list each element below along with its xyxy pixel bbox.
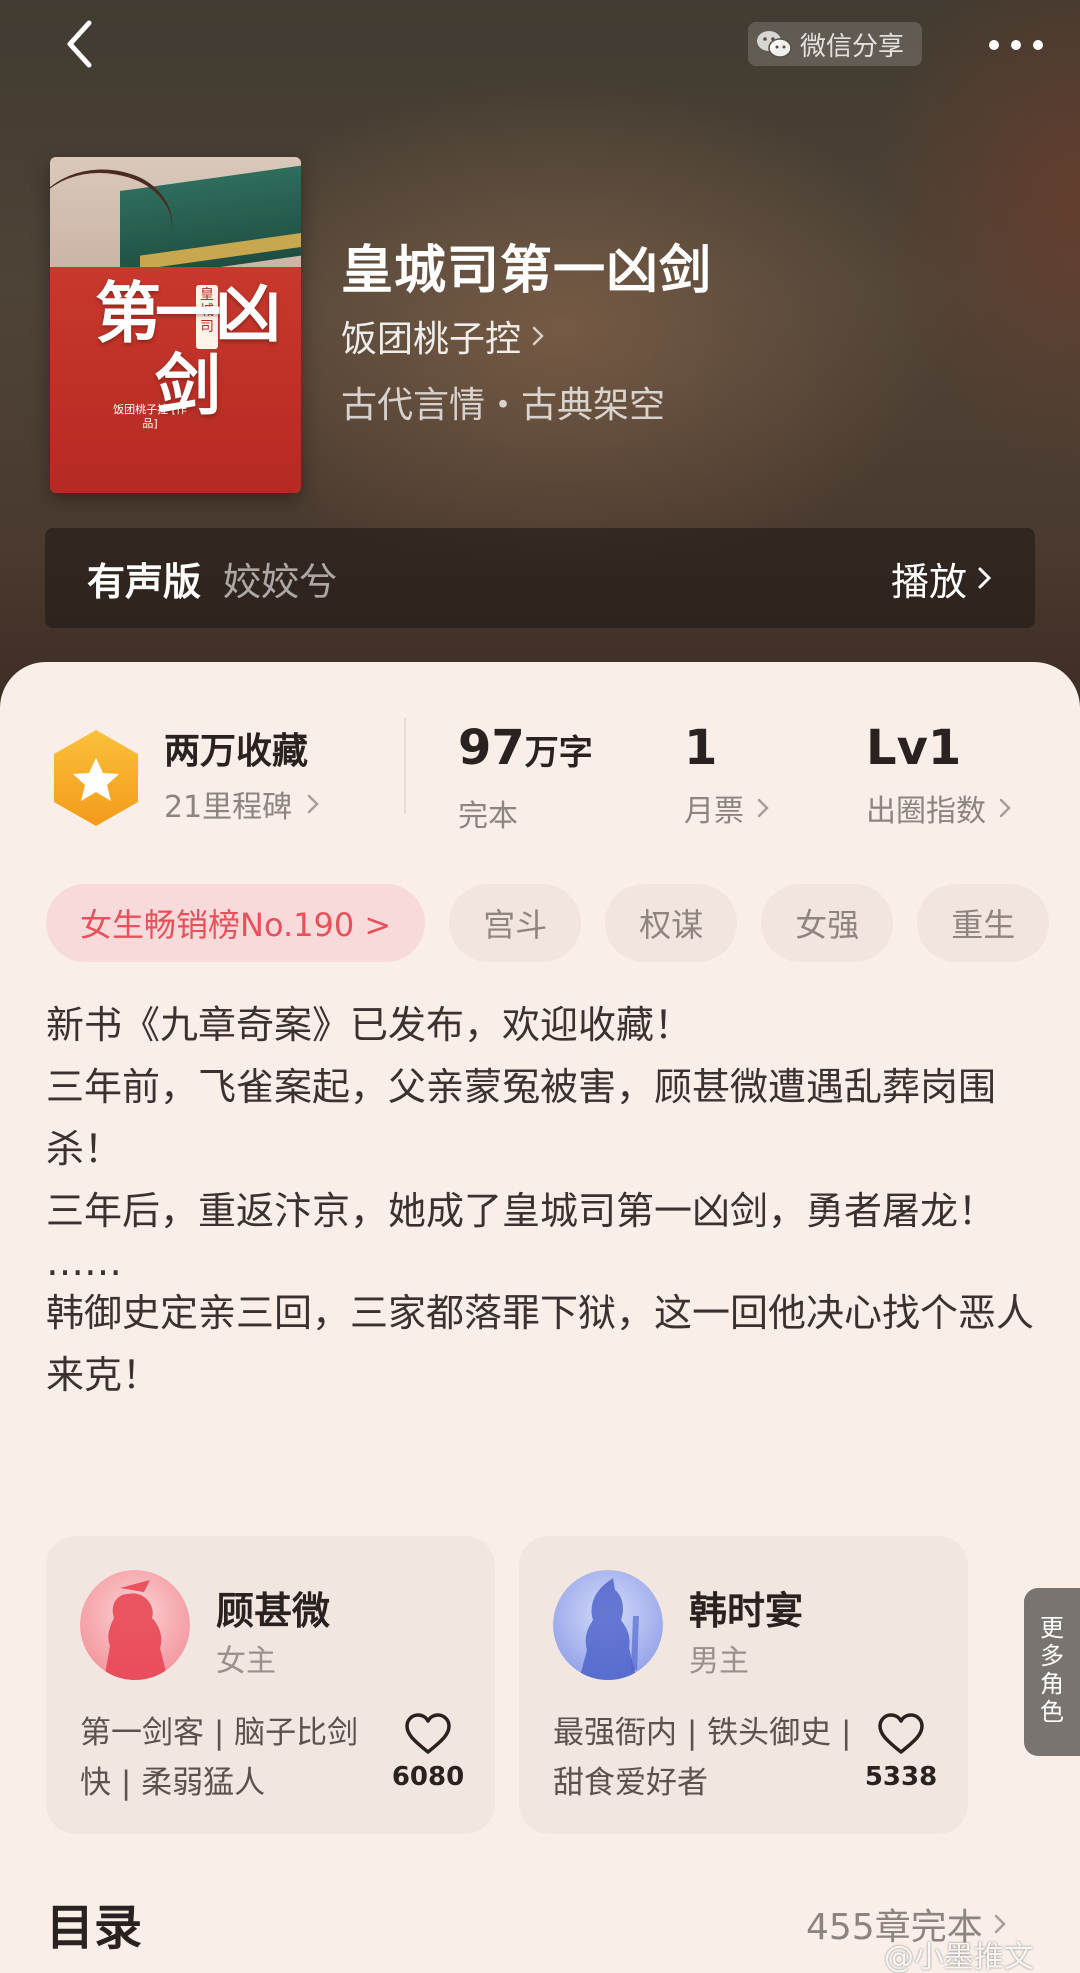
play-button[interactable]: 播放 bbox=[891, 551, 993, 606]
book-header: 微信分享 皇城司 第一凶剑 饭团桃子控 [作品] 皇城司第一凶剑 饭团桃子控 古… bbox=[0, 0, 1080, 720]
heart-icon bbox=[405, 1713, 451, 1754]
popularity-stat[interactable]: Lv1 出圈指数 bbox=[866, 720, 1012, 830]
divider bbox=[404, 718, 406, 814]
character-avatar bbox=[553, 1570, 663, 1680]
audio-label: 有声版 bbox=[87, 559, 202, 604]
like-count: 5338 bbox=[864, 1762, 938, 1792]
tag-list: 女生畅销榜No.190 > 宫斗 权谋 女强 重生 bbox=[46, 884, 1050, 964]
like-button[interactable]: 6080 bbox=[386, 1712, 470, 1792]
popularity-label: 出圈指数 bbox=[866, 794, 986, 829]
collect-badge-icon bbox=[50, 728, 142, 832]
description-line: …… bbox=[46, 1240, 122, 1284]
book-detail-page: 微信分享 皇城司 第一凶剑 饭团桃子控 [作品] 皇城司第一凶剑 饭团桃子控 古… bbox=[0, 0, 1080, 1973]
book-info-panel: 两万收藏 21里程碑 97万字 完本 1 月票 Lv1 出圈指数 女生畅销榜No… bbox=[0, 662, 1080, 1973]
dot-icon bbox=[1011, 40, 1021, 50]
audio-narrator: 姣姣兮 bbox=[223, 559, 338, 604]
character-card[interactable]: 韩时宴 男主 最强衙内 | 铁头御史 | 甜食爱好者 5338 bbox=[519, 1536, 968, 1834]
character-traits: 第一剑客 | 脑子比剑快 | 柔弱猛人 bbox=[80, 1715, 359, 1801]
heart-icon bbox=[878, 1713, 924, 1754]
cover-author: 饭团桃子控 [作品] bbox=[113, 403, 187, 430]
character-role: 男主 bbox=[689, 1644, 749, 1679]
chevron-right-icon bbox=[307, 794, 319, 814]
word-count-stat: 97万字 完本 bbox=[458, 720, 593, 835]
like-button[interactable]: 5338 bbox=[859, 1712, 943, 1792]
tag-item[interactable]: 女强 bbox=[761, 884, 894, 962]
word-count-unit: 万字 bbox=[524, 733, 593, 773]
popularity-level: Lv1 bbox=[866, 720, 962, 776]
book-description[interactable]: 新书《九章奇案》已发布，欢迎收藏！ 三年前，飞雀案起，父亲蒙冤被害，顾甚微遭遇乱… bbox=[46, 994, 1036, 1406]
like-count: 6080 bbox=[391, 1762, 465, 1792]
dot-icon bbox=[1033, 40, 1043, 50]
more-options-button[interactable] bbox=[966, 24, 1066, 66]
author-name: 饭团桃子控 bbox=[341, 319, 522, 360]
character-name: 韩时宴 bbox=[689, 1589, 804, 1633]
tag-item[interactable]: 权谋 bbox=[605, 884, 738, 962]
tag-item[interactable]: 重生 bbox=[917, 884, 1050, 962]
character-avatar bbox=[80, 1570, 190, 1680]
dot-icon bbox=[989, 40, 999, 50]
character-role: 女主 bbox=[216, 1644, 276, 1679]
character-name: 顾甚微 bbox=[216, 1589, 331, 1633]
cover-title: 第一凶剑 bbox=[95, 274, 281, 424]
ranking-tag[interactable]: 女生畅销榜No.190 > bbox=[46, 884, 426, 962]
play-label: 播放 bbox=[890, 559, 967, 604]
milestone-link[interactable]: 21里程碑 bbox=[164, 782, 320, 826]
wechat-share-button[interactable]: 微信分享 bbox=[748, 22, 922, 66]
watermark: @小墨推文 bbox=[884, 1940, 1034, 1973]
monthly-ticket-value: 1 bbox=[684, 720, 718, 776]
toc-title: 目录 bbox=[46, 1900, 143, 1956]
wechat-icon bbox=[757, 31, 792, 58]
chevron-right-icon bbox=[757, 798, 769, 818]
chevron-right-icon bbox=[532, 326, 544, 346]
description-line: 韩御史定亲三回，三家都落罪下狱，这一回他决心找个恶人来克！ bbox=[46, 1291, 1035, 1397]
description-line: 三年前，飞雀案起，父亲蒙冤被害，顾甚微遭遇乱葬岗围杀！ bbox=[46, 1065, 997, 1171]
chevron-right-icon bbox=[999, 798, 1011, 818]
genre-label: 古代言情・古典架空 bbox=[341, 385, 666, 426]
description-line: 新书《九章奇案》已发布，欢迎收藏！ bbox=[46, 1003, 693, 1047]
description-line: 三年后，重返汴京，她成了皇城司第一凶剑，勇者屠龙！ bbox=[46, 1189, 997, 1233]
book-title: 皇城司第一凶剑 bbox=[341, 240, 713, 301]
audio-version-bar[interactable]: 有声版 姣姣兮 播放 bbox=[45, 528, 1035, 628]
book-cover[interactable]: 皇城司 第一凶剑 饭团桃子控 [作品] bbox=[50, 157, 301, 493]
collect-count: 两万收藏 bbox=[164, 731, 309, 772]
completion-status: 完本 bbox=[458, 799, 518, 834]
more-roles-button[interactable]: 更多角色 bbox=[1024, 1588, 1080, 1756]
chevron-left-icon bbox=[67, 20, 92, 68]
word-count-value: 97 bbox=[458, 720, 525, 776]
tag-item[interactable]: 宫斗 bbox=[449, 884, 582, 962]
character-card[interactable]: 顾甚微 女主 第一剑客 | 脑子比剑快 | 柔弱猛人 6080 bbox=[46, 1536, 495, 1834]
chevron-right-icon bbox=[978, 567, 992, 589]
milestone-label: 21里程碑 bbox=[164, 790, 293, 825]
back-button[interactable] bbox=[54, 16, 104, 72]
author-link[interactable]: 饭团桃子控 bbox=[341, 310, 545, 362]
monthly-ticket-stat[interactable]: 1 月票 bbox=[684, 720, 770, 830]
monthly-ticket-label: 月票 bbox=[684, 794, 744, 829]
share-label: 微信分享 bbox=[800, 31, 905, 62]
character-traits: 最强衙内 | 铁头御史 | 甜食爱好者 bbox=[553, 1715, 852, 1801]
